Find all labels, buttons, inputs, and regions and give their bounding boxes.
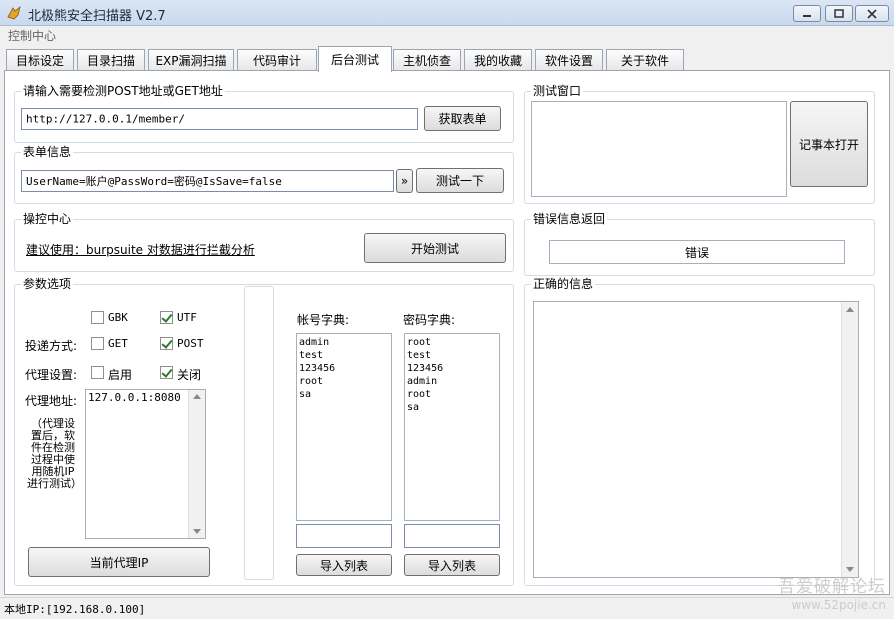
password-dict-label: 密码字典: — [403, 313, 456, 327]
gbk-label: GBK — [108, 311, 128, 324]
url-input[interactable]: http://127.0.0.1/member/ — [21, 108, 418, 130]
scroll-up-arrow-icon[interactable] — [193, 394, 201, 399]
close-button[interactable] — [855, 5, 889, 22]
tab-directory-scan[interactable]: 目录扫描 — [77, 49, 145, 71]
form-info-group-title: 表单信息 — [21, 145, 74, 159]
gbk-checkbox[interactable] — [91, 311, 104, 324]
title-bar: 北极熊安全扫描器 V2.7 — [0, 0, 894, 26]
menu-control-center[interactable]: 控制中心 — [8, 27, 56, 44]
tab-code-audit[interactable]: 代码审计 — [237, 49, 317, 71]
splitter-panel — [244, 286, 274, 580]
test-window-output[interactable] — [531, 101, 787, 197]
tab-favorites[interactable]: 我的收藏 — [464, 49, 532, 71]
utf-label: UTF — [177, 311, 197, 324]
tab-exp-scan[interactable]: EXP漏洞扫描 — [148, 49, 234, 71]
watermark-url: www.52pojie.cn — [791, 598, 886, 612]
post-label: POST — [177, 337, 204, 350]
tab-settings[interactable]: 软件设置 — [535, 49, 603, 71]
close-icon — [867, 8, 877, 19]
list-item[interactable]: root — [297, 375, 391, 388]
tab-host-recon[interactable]: 主机侦查 — [393, 49, 461, 71]
minimize-icon — [803, 14, 811, 17]
watermark-title: 吾爱破解论坛 — [778, 577, 886, 597]
menu-bar: 控制中心 — [0, 26, 894, 44]
expand-form-button[interactable]: » — [396, 169, 413, 193]
list-item[interactable]: sa — [297, 388, 391, 401]
proxy-disable-checkbox[interactable] — [160, 366, 173, 379]
list-item[interactable]: test — [297, 349, 391, 362]
list-item[interactable]: admin — [297, 336, 391, 349]
fetch-form-button[interactable]: 获取表单 — [424, 106, 501, 131]
error-group-title: 错误信息返回 — [531, 212, 608, 226]
proxy-setting-label: 代理设置: — [25, 368, 78, 382]
minimize-button[interactable] — [793, 5, 821, 22]
scroll-up-arrow-icon[interactable] — [846, 307, 854, 312]
proxy-enable-checkbox[interactable] — [91, 366, 104, 379]
maximize-icon — [834, 8, 844, 18]
params-group-title: 参数选项 — [21, 277, 74, 291]
test-once-button[interactable]: 测试一下 — [416, 168, 504, 193]
burpsuite-hint-link[interactable]: 建议使用：burpsuite 对数据进行拦截分析 — [26, 241, 255, 258]
proxy-enable-label: 启用 — [108, 368, 133, 382]
list-item[interactable]: root — [405, 336, 499, 349]
account-add-input[interactable] — [296, 524, 392, 548]
url-group-title: 请输入需要检测POST地址或GET地址 — [21, 84, 225, 98]
post-checkbox[interactable] — [160, 337, 173, 350]
correct-info-output[interactable] — [533, 301, 859, 578]
password-add-input[interactable] — [404, 524, 500, 548]
account-dict-label: 帐号字典: — [297, 313, 350, 327]
password-dict-list[interactable]: root test 123456 admin root sa — [404, 333, 500, 521]
list-item[interactable]: test — [405, 349, 499, 362]
proxy-note: （代理设置后，软件在检测过程中使用随机IP进行测试） — [27, 417, 82, 490]
open-notepad-button[interactable]: 记事本打开 — [790, 101, 868, 187]
correct-info-title: 正确的信息 — [531, 277, 596, 291]
app-logo-icon — [7, 5, 21, 20]
proxy-list-scrollbar[interactable] — [188, 390, 205, 538]
scroll-down-arrow-icon[interactable] — [193, 529, 201, 534]
list-item[interactable]: 123456 — [297, 362, 391, 375]
proxy-disable-label: 关闭 — [177, 368, 202, 382]
import-accounts-button[interactable]: 导入列表 — [296, 554, 392, 576]
watermark: 吾爱破解论坛 www.52pojie.cn — [778, 578, 886, 614]
form-data-input[interactable]: UserName=账户@PassWord=密码@IsSave=false — [21, 170, 394, 192]
correct-info-scrollbar[interactable] — [841, 302, 858, 577]
tab-backend-test[interactable]: 后台测试 — [318, 46, 392, 72]
import-passwords-button[interactable]: 导入列表 — [404, 554, 500, 576]
utf-checkbox[interactable] — [160, 311, 173, 324]
maximize-button[interactable] — [825, 5, 853, 22]
scroll-down-arrow-icon[interactable] — [846, 567, 854, 572]
tab-target[interactable]: 目标设定 — [6, 49, 74, 71]
proxy-address-list[interactable]: 127.0.0.1:8080 — [85, 389, 206, 539]
error-output[interactable]: 错误 — [549, 240, 845, 264]
test-window-title: 测试窗口 — [531, 84, 584, 98]
start-test-button[interactable]: 开始测试 — [364, 233, 506, 263]
list-item[interactable]: 123456 — [405, 362, 499, 375]
error-text: 错误 — [684, 245, 709, 260]
status-bar: 本地IP:[192.168.0.100] — [0, 597, 894, 619]
proxy-address-label: 代理地址: — [25, 394, 78, 408]
current-proxy-ip-button[interactable]: 当前代理IP — [28, 547, 210, 577]
account-dict-list[interactable]: admin test 123456 root sa — [296, 333, 392, 521]
tab-about[interactable]: 关于软件 — [606, 49, 684, 71]
window-title: 北极熊安全扫描器 V2.7 — [28, 9, 166, 24]
list-item[interactable]: sa — [405, 401, 499, 414]
local-ip-status: 本地IP:[192.168.0.100] — [4, 603, 146, 616]
control-center-title: 操控中心 — [21, 212, 74, 226]
list-item[interactable]: admin — [405, 375, 499, 388]
method-label: 投递方式: — [25, 339, 78, 353]
get-checkbox[interactable] — [91, 337, 104, 350]
get-label: GET — [108, 337, 128, 350]
list-item[interactable]: root — [405, 388, 499, 401]
